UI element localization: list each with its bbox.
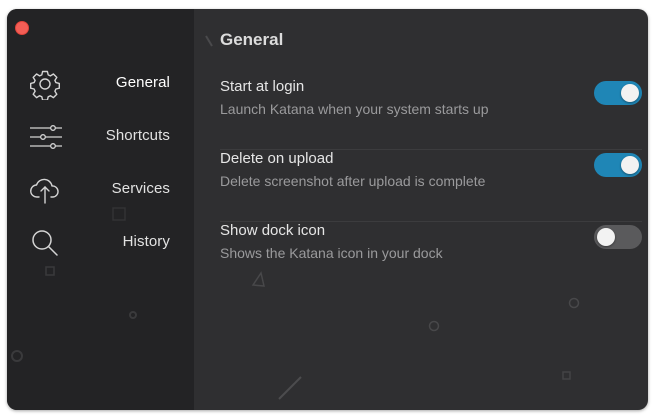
page-title: General [220,30,284,49]
delete-on-upload-toggle[interactable] [594,153,642,177]
setting-start-at-login: Start at login Launch Katana when your s… [220,78,642,150]
toggle-knob [621,84,639,102]
show-dock-icon-toggle[interactable] [594,225,642,249]
sidebar-item-label: General [115,74,170,91]
gear-icon [30,70,60,100]
setting-description: Launch Katana when your system starts up [220,101,489,117]
setting-description: Shows the Katana icon in your dock [220,245,443,261]
sidebar: General Shortcuts Services History [7,9,580,410]
sidebar-item-history[interactable]: History [7,218,194,268]
search-icon [32,230,58,256]
setting-delete-on-upload: Delete on upload Delete screenshot after… [220,150,642,222]
setting-title: Delete on upload [220,150,334,167]
preferences-window: General Shortcuts Services History Gener… [7,9,648,410]
setting-title: Start at login [220,78,305,95]
main-content: General Start at login Launch Katana whe… [194,9,648,410]
setting-title: Show dock icon [220,222,326,239]
start-at-login-toggle[interactable] [594,81,642,105]
sidebar-item-label: Services [111,180,170,197]
close-button[interactable] [15,21,29,35]
setting-show-dock-icon: Show dock icon Shows the Katana icon in … [220,222,642,294]
sliders-icon [30,125,62,149]
sidebar-item-services[interactable]: Services [7,165,194,215]
sidebar-item-label: History [122,233,170,250]
toggle-knob [621,156,639,174]
cloud-upload-icon [30,178,59,204]
toggle-knob [597,228,615,246]
sidebar-item-general[interactable]: General [7,59,194,109]
setting-description: Delete screenshot after upload is comple… [220,173,486,189]
sidebar-item-label: Shortcuts [105,127,170,144]
sidebar-item-shortcuts[interactable]: Shortcuts [7,112,194,162]
